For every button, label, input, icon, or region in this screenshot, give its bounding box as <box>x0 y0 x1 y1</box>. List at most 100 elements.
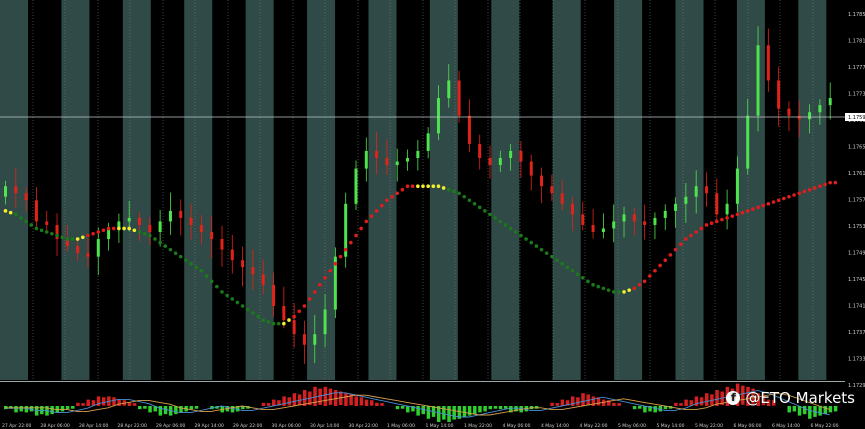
ma-dot <box>529 240 534 245</box>
candle-body <box>230 249 234 261</box>
ma-dot <box>663 258 668 262</box>
ma-dot <box>591 283 595 287</box>
candle-body <box>354 168 358 204</box>
ma-dot <box>725 216 729 220</box>
ma-dot <box>225 293 229 298</box>
candle-body <box>570 203 574 215</box>
price-tick-label: 1.17490 <box>848 251 865 257</box>
candle-body <box>488 158 492 166</box>
candle-body <box>76 246 80 254</box>
candle-body <box>385 158 389 166</box>
ma-dot <box>189 261 193 266</box>
time-tick-label: 5 May 22:00 <box>695 423 723 429</box>
histogram-bar <box>426 406 431 419</box>
candle-body <box>653 217 657 225</box>
ma-dot <box>446 187 451 192</box>
ma-dot <box>24 219 28 224</box>
candle <box>230 235 234 274</box>
time-tick-label: 30 Apr 06:00 <box>272 423 301 429</box>
histogram-bar <box>189 406 194 410</box>
ma-dot <box>668 253 673 257</box>
candle-body <box>34 200 38 222</box>
price-tick-label: 1.17650 <box>848 145 865 151</box>
ma-dot <box>586 279 590 284</box>
price-tick-label: 1.17770 <box>848 65 865 71</box>
watermark-text: @ETO Markets <box>745 389 855 407</box>
candle <box>601 213 605 239</box>
histogram-bar <box>674 402 678 406</box>
ma-dot <box>359 226 363 231</box>
price-tick-label: 1.17330 <box>848 357 865 363</box>
candle-body <box>467 115 471 144</box>
time-tick-label: 28 Apr 14:00 <box>79 423 108 429</box>
candle <box>364 137 368 182</box>
histogram-bar <box>488 406 493 410</box>
time-tick-label: 29 Apr 14:00 <box>195 423 224 429</box>
ma-dot <box>333 261 338 266</box>
candle <box>828 82 832 120</box>
ma-dot <box>508 226 513 231</box>
ma-dot <box>833 180 838 185</box>
histogram-bar <box>632 406 637 410</box>
current-price-label: 1.17590 <box>848 115 865 121</box>
histogram-bar <box>447 406 451 422</box>
ma-dot <box>338 254 343 259</box>
candle-body <box>746 115 750 169</box>
ma-dot <box>436 184 441 188</box>
ma-dot <box>132 228 137 233</box>
candle <box>519 141 523 178</box>
ma-dot <box>488 212 492 217</box>
candle-body <box>529 161 533 176</box>
histogram-bar <box>400 406 405 409</box>
ma-dot <box>606 288 611 292</box>
candle <box>766 28 770 92</box>
ma-dot <box>287 318 291 322</box>
ma-dot <box>194 265 199 270</box>
price-tick-label: 1.17570 <box>848 198 865 204</box>
candle-body <box>735 168 739 204</box>
histogram-bar <box>478 406 482 413</box>
ma-dot <box>477 205 482 210</box>
time-tick-label: 29 Apr 22:00 <box>233 423 262 429</box>
ma-dot <box>117 226 121 231</box>
ma-dot <box>792 193 796 197</box>
ma-dot <box>802 189 807 194</box>
candle-body <box>86 253 90 257</box>
histogram-bar <box>473 406 477 415</box>
candle-body <box>313 334 317 345</box>
ma-dot <box>776 198 781 203</box>
ma-dot <box>673 247 678 252</box>
candle-body <box>179 210 183 218</box>
histogram-bar <box>344 393 348 406</box>
candle-body <box>189 217 193 225</box>
ma-dot <box>256 314 260 319</box>
candle-body <box>704 186 708 194</box>
candle <box>591 208 595 239</box>
ma-dot <box>307 297 312 301</box>
ma-dot <box>204 274 209 278</box>
ma-dot <box>503 223 508 227</box>
ma-dot <box>570 268 575 273</box>
ma-dot <box>266 320 271 324</box>
candle-body <box>45 221 49 225</box>
candle-body <box>591 224 595 232</box>
session-band <box>675 0 704 380</box>
candle-body <box>127 217 131 222</box>
candle-body <box>797 115 801 120</box>
ma-dot <box>555 258 559 262</box>
histogram-bar <box>576 397 580 406</box>
price-chart[interactable]: 1.178501.178101.177701.177301.176901.176… <box>0 0 865 429</box>
time-tick-label: 1 May 22:00 <box>464 423 492 429</box>
histogram-bar <box>643 406 647 413</box>
histogram-bar <box>369 400 374 406</box>
price-tick-label: 1.17530 <box>848 224 865 230</box>
ma-dot <box>235 300 240 305</box>
ma-dot <box>575 272 580 277</box>
candle <box>581 201 585 231</box>
ma-dot <box>421 184 425 188</box>
histogram-bar <box>60 406 65 412</box>
histogram-bar <box>81 403 85 406</box>
ma-dot <box>184 258 188 262</box>
ma-dot <box>137 230 142 234</box>
candle-body <box>148 224 152 232</box>
